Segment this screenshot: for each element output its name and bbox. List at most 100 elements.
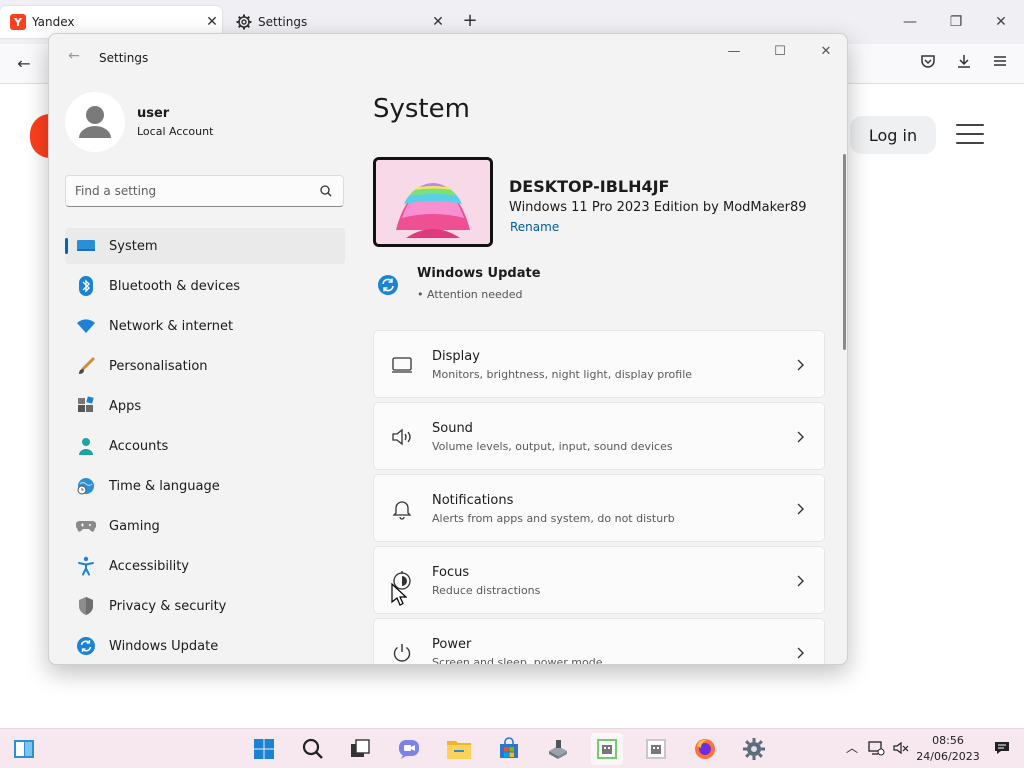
active-app-icon[interactable] [591,733,623,765]
accessibility-icon [75,555,97,577]
monitor-icon [75,235,97,257]
account-type: Local Account [137,125,214,138]
mouse-cursor-icon [391,583,407,606]
brush-icon [75,355,97,377]
card-notifications[interactable]: Notifications Alerts from apps and syste… [373,474,825,542]
update-status: Attention needed [427,288,523,301]
system-clock[interactable]: 08:56 24/06/2023 [916,733,980,765]
window-title: Settings [99,51,149,65]
card-subtitle: Volume levels, output, input, sound devi… [432,440,673,453]
nav-item-time-language[interactable]: Time & language [65,468,345,504]
bluetooth-icon [75,275,97,297]
wallpaper-thumbnail[interactable] [373,157,493,247]
update-status-text: • Attention needed [417,288,523,301]
chevron-right-icon [792,355,808,375]
hamburger-menu-icon[interactable] [956,124,984,144]
wifi-icon [75,315,97,337]
update-icon [75,635,97,657]
notification-icon[interactable] [992,739,1012,759]
windows-update-status[interactable]: Windows Update • Attention needed [377,266,677,306]
search-icon[interactable] [297,733,329,765]
nav-item-network[interactable]: Network & internet [65,308,345,344]
chevron-right-icon [792,643,808,663]
content-scrollbar[interactable] [843,154,846,350]
card-subtitle: Reduce distractions [432,584,541,597]
search-icon[interactable] [318,183,334,199]
avatar [65,92,125,152]
nav-item-personalisation[interactable]: Personalisation [65,348,345,384]
nav-item-apps[interactable]: Apps [65,388,345,424]
volume-muted-icon[interactable] [891,739,911,759]
minimize-button[interactable]: — [719,40,749,64]
nav-item-accounts[interactable]: Accounts [65,428,345,464]
app-icon[interactable] [640,733,672,765]
nav-item-privacy[interactable]: Privacy & security [65,588,345,624]
power-icon [390,641,414,664]
settings-nav: System Bluetooth & devices Network & int… [65,228,345,664]
download-icon[interactable] [952,52,976,76]
card-title: Focus [432,565,470,580]
menu-icon[interactable] [988,52,1012,76]
chat-icon[interactable] [393,733,425,765]
clock-time: 08:56 [932,734,964,747]
card-title: Notifications [432,493,514,508]
tab-close-icon[interactable]: ✕ [202,14,222,30]
yandex-favicon-icon: Y [10,14,26,30]
nav-label: Windows Update [109,638,219,654]
chevron-up-icon[interactable]: ︿ [842,739,862,759]
tab-close-icon[interactable]: ✕ [428,14,448,30]
card-subtitle: Screen and sleep, power mode [432,656,603,665]
card-sound[interactable]: Sound Volume levels, output, input, soun… [373,402,825,470]
settings-window: ← Settings — ☐ ✕ user Local Account Syst… [48,33,848,665]
shield-icon [75,595,97,617]
browser-restore-button[interactable]: ❐ [944,10,968,34]
nav-item-accessibility[interactable]: Accessibility [65,548,345,584]
search-input[interactable] [75,182,305,200]
card-focus[interactable]: Focus Reduce distractions [373,546,825,614]
widgets-icon[interactable] [8,733,40,765]
firefox-icon[interactable] [689,733,721,765]
nav-label: Time & language [109,478,220,494]
nav-label: Privacy & security [109,598,227,614]
task-view-icon[interactable] [344,733,376,765]
store-icon[interactable] [493,733,525,765]
settings-gear-icon[interactable] [738,733,770,765]
tab-title: Settings [258,15,308,29]
settings-titlebar[interactable]: ← Settings — ☐ ✕ [49,34,847,82]
speaker-icon [390,425,414,449]
card-power[interactable]: Power Screen and sleep, power mode [373,618,825,665]
browser-minimize-button[interactable]: — [898,10,922,34]
nav-label: Accounts [109,438,169,454]
nav-item-gaming[interactable]: Gaming [65,508,345,544]
card-title: Sound [432,421,473,436]
nav-label: Network & internet [109,318,234,334]
maximize-button[interactable]: ☐ [765,40,795,64]
user-profile[interactable]: user Local Account [65,92,345,152]
card-display[interactable]: Display Monitors, brightness, night ligh… [373,330,825,398]
nav-label: Apps [109,398,142,414]
user-name: user [137,106,170,121]
file-explorer-icon[interactable] [443,733,475,765]
taskbar: ︿ 08:56 24/06/2023 [0,728,1024,768]
nav-item-system[interactable]: System [65,228,345,264]
nav-item-windows-update[interactable]: Windows Update [65,628,345,664]
nav-label: Personalisation [109,358,208,374]
new-tab-button[interactable]: + [460,12,480,32]
network-icon[interactable] [866,739,886,759]
browser-close-button[interactable]: ✕ [989,10,1013,34]
login-button[interactable]: Log in [850,116,936,154]
back-arrow-icon[interactable]: ← [12,52,36,76]
page-title: System [373,94,470,124]
card-subtitle: Monitors, brightness, night light, displ… [432,368,693,381]
rename-link[interactable]: Rename [510,220,559,234]
gear-icon [236,14,252,30]
bell-icon [390,497,414,521]
start-windows-icon[interactable] [248,733,280,765]
search-box [65,175,344,207]
nav-item-bluetooth[interactable]: Bluetooth & devices [65,268,345,304]
back-arrow-icon[interactable]: ← [65,48,83,66]
close-button[interactable]: ✕ [811,40,841,64]
device-name: DESKTOP-IBLH4JF [509,177,670,196]
pocket-icon[interactable] [916,52,940,76]
app-icon[interactable] [542,733,574,765]
